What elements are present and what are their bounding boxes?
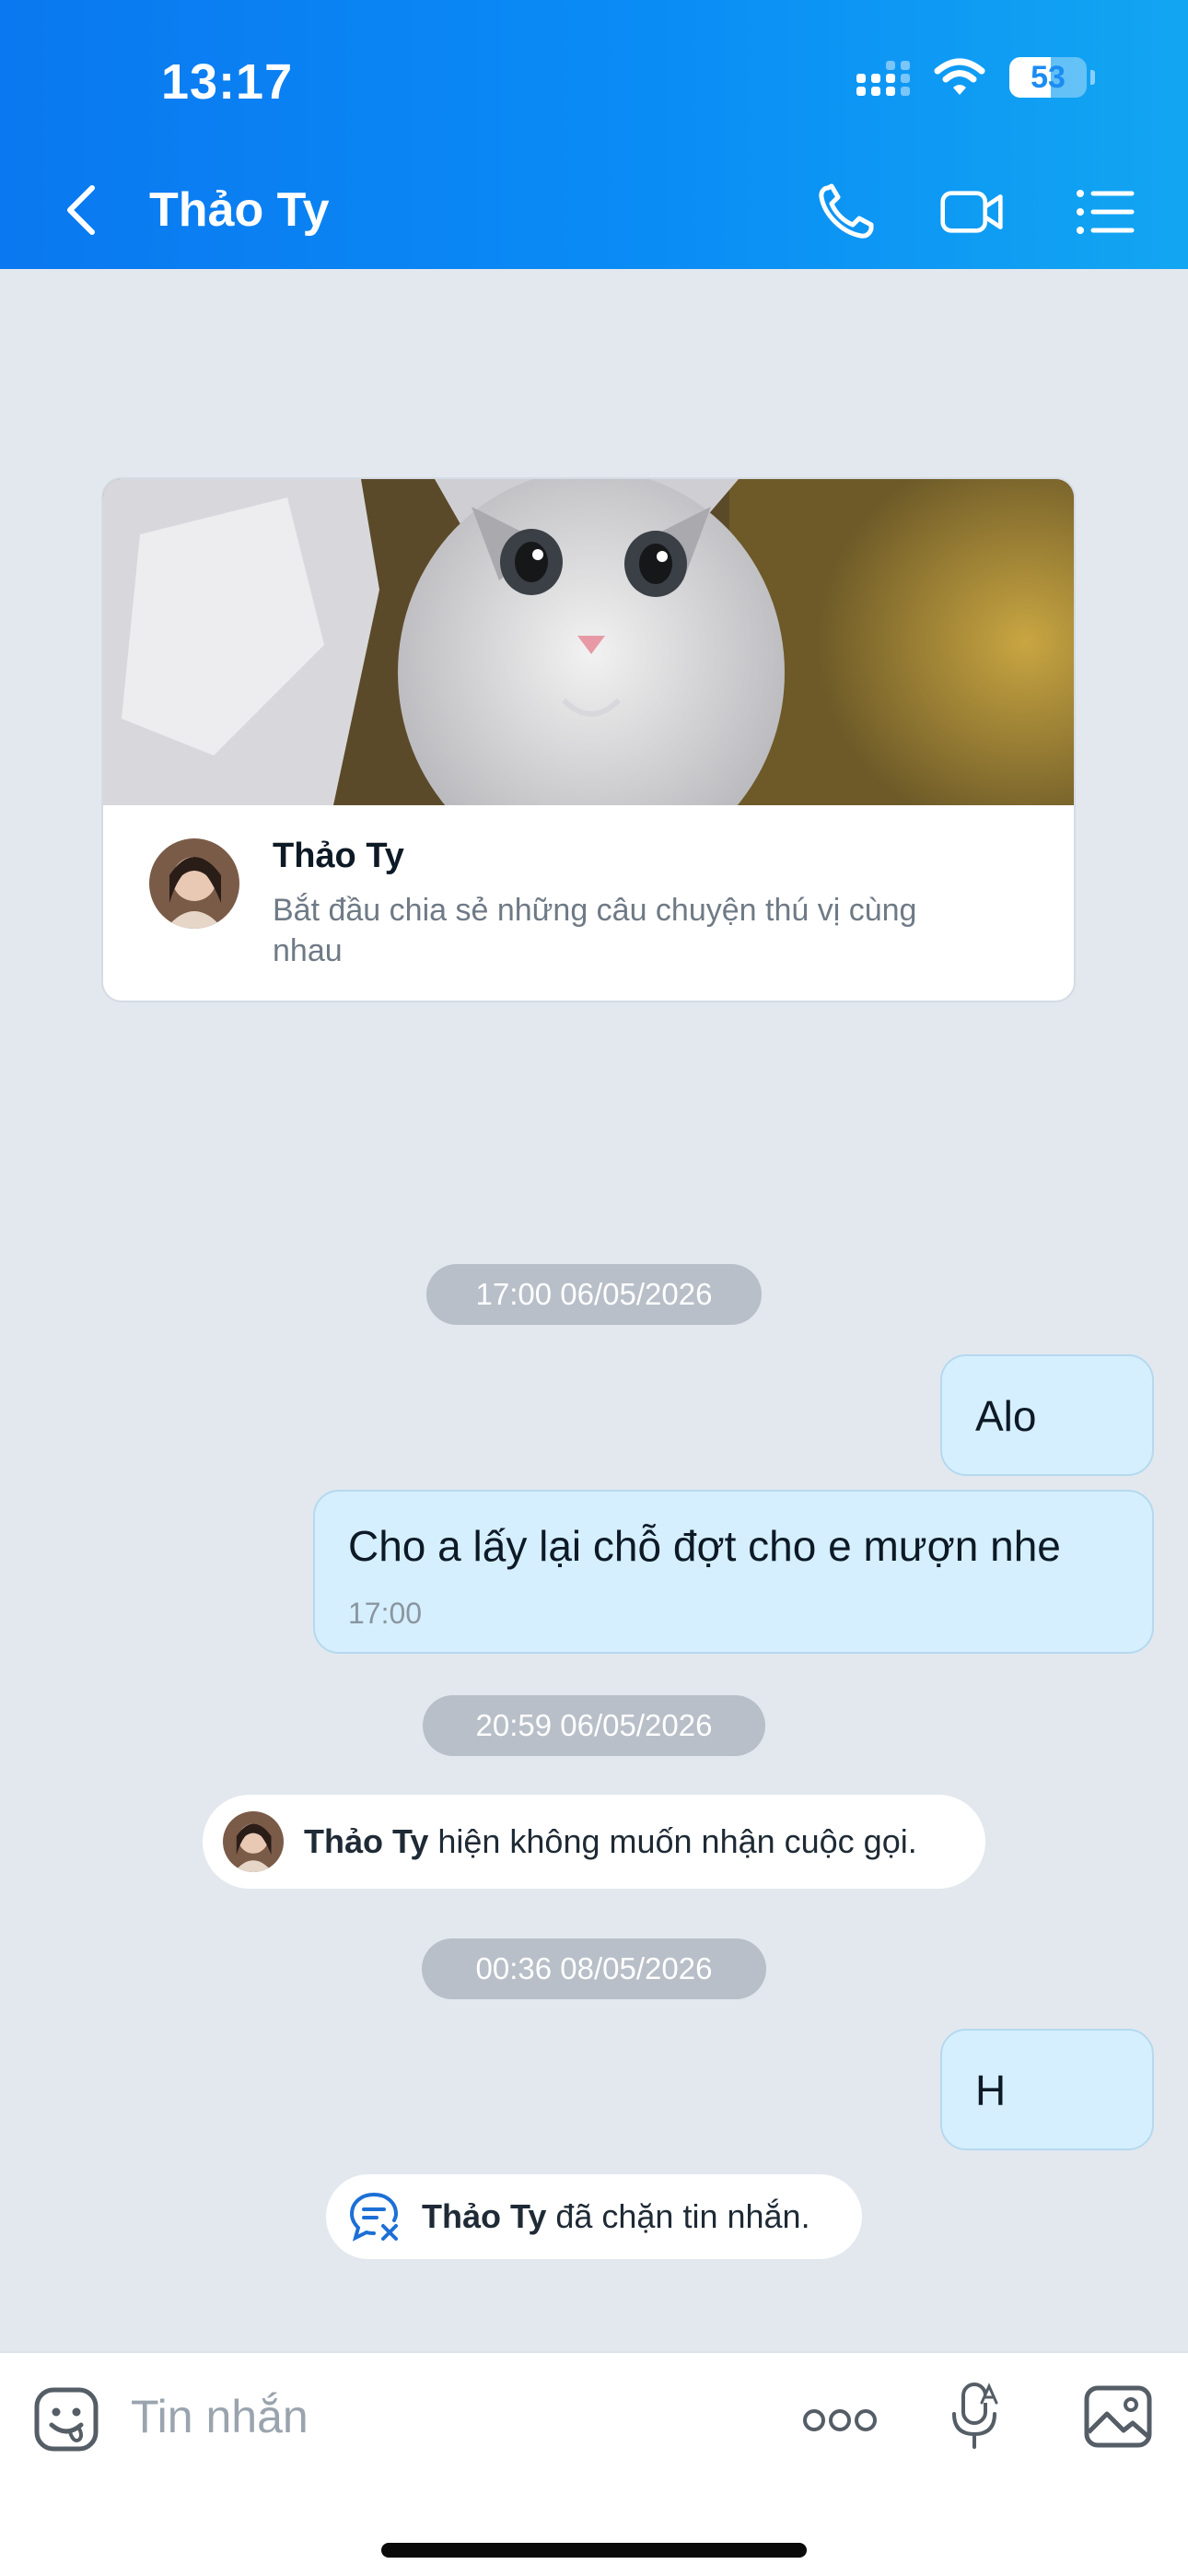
- notice-name: Thảo Ty: [422, 2197, 547, 2235]
- profile-intro-card[interactable]: Thảo Ty Bắt đầu chia sẻ những câu chuyện…: [101, 477, 1076, 1002]
- battery-icon: 53: [1009, 57, 1095, 98]
- time-separator: 00:36 08/05/2026: [422, 1938, 766, 1999]
- message-text: Alo: [975, 1392, 1037, 1440]
- home-indicator[interactable]: [381, 2543, 807, 2558]
- video-call-icon[interactable]: [939, 182, 1004, 241]
- intro-subtitle: Bắt đầu chia sẻ những câu chuyện thú vị …: [273, 893, 917, 968]
- status-time: 13:17: [161, 54, 294, 110]
- chat-blocked-icon: [349, 2193, 399, 2242]
- message-time: 17:00: [348, 1597, 423, 1630]
- message-text: Cho a lấy lại chỗ đợt cho e mượn nhe: [348, 1522, 1061, 1570]
- notice-text: Thảo Ty đã chặn tin nhắn.: [422, 2197, 810, 2236]
- notice-name: Thảo Ty: [304, 1822, 429, 1860]
- more-icon[interactable]: [801, 2405, 879, 2436]
- sticker-icon[interactable]: [33, 2386, 99, 2453]
- message-text: H: [975, 2067, 1007, 2114]
- message-bubble[interactable]: Alo: [940, 1354, 1154, 1476]
- nav-bar: Thảo Ty: [0, 166, 1188, 258]
- notice-text: Thảo Ty hiện không muốn nhận cuộc gọi.: [304, 1822, 917, 1861]
- message-input[interactable]: Tin nhắn: [131, 2390, 309, 2443]
- notice-body: hiện không muốn nhận cuộc gọi.: [428, 1822, 917, 1860]
- wifi-icon: [934, 58, 985, 95]
- battery-level: 53: [1031, 59, 1066, 95]
- notice-body: đã chặn tin nhắn.: [546, 2197, 810, 2235]
- voice-icon[interactable]: [947, 2381, 1002, 2453]
- image-icon[interactable]: [1083, 2384, 1153, 2449]
- message-bubble[interactable]: Cho a lấy lại chỗ đợt cho e mượn nhe 17:…: [313, 1490, 1154, 1654]
- back-icon[interactable]: [55, 182, 111, 238]
- call-declined-notice: Thảo Ty hiện không muốn nhận cuộc gọi.: [203, 1795, 985, 1889]
- chat-header: 13:17 53 Thảo Ty: [0, 0, 1188, 269]
- menu-list-icon[interactable]: [1073, 182, 1137, 241]
- avatar[interactable]: [149, 838, 239, 929]
- time-separator: 20:59 06/05/2026: [423, 1695, 765, 1756]
- chat-title[interactable]: Thảo Ty: [149, 182, 329, 238]
- cover-photo: [103, 479, 1074, 805]
- intro-name: Thảo Ty: [273, 837, 404, 875]
- phone-icon[interactable]: [815, 182, 879, 241]
- status-icons: 53: [856, 57, 1095, 98]
- blocked-notice: Thảo Ty đã chặn tin nhắn.: [326, 2174, 862, 2259]
- cellular-signal-icon: [856, 59, 910, 96]
- message-bubble[interactable]: H: [940, 2029, 1154, 2150]
- avatar: [223, 1811, 284, 1872]
- time-separator: 17:00 06/05/2026: [426, 1264, 762, 1325]
